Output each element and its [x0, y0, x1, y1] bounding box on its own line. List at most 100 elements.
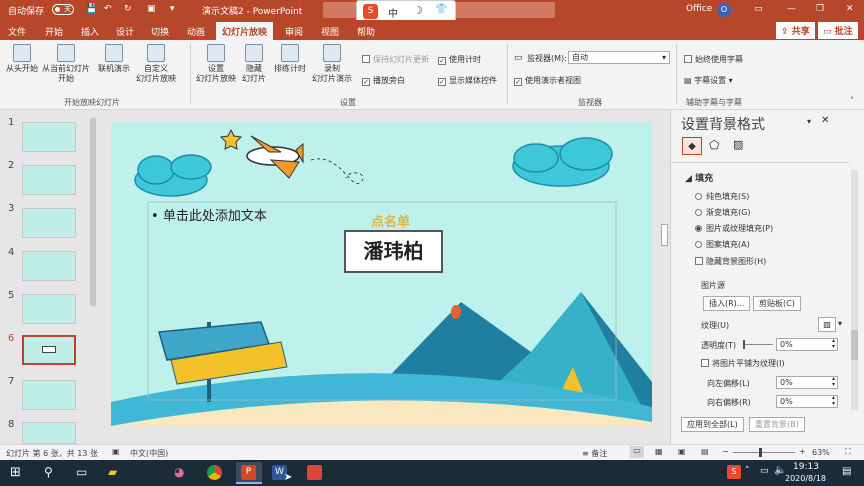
tab-design[interactable]: 设计 — [116, 25, 134, 38]
language[interactable]: 中文(中国) — [130, 448, 168, 459]
slide[interactable]: • 单击此处添加文本 点名单 潘玮柏 — [111, 122, 652, 426]
from-beginning-button[interactable]: 从头开始 — [6, 44, 38, 74]
zoom-level[interactable]: 63% — [812, 448, 830, 457]
clock-date[interactable]: 2020/8/18 — [785, 474, 826, 483]
windows-start-icon[interactable]: ⊞ — [10, 465, 21, 480]
tab-view[interactable]: 视图 — [321, 25, 339, 38]
body-placeholder-text[interactable]: • 单击此处添加文本 — [151, 205, 267, 224]
thumb-scrollbar[interactable] — [90, 118, 96, 306]
restore-icon[interactable]: ❐ — [816, 4, 824, 14]
clock-time[interactable]: 19:13 — [793, 462, 819, 472]
reading-view-icon[interactable]: ▣ — [678, 447, 686, 456]
tab-transitions[interactable]: 切换 — [151, 25, 169, 38]
collapse-ribbon-icon[interactable]: ˄ — [850, 96, 854, 105]
fit-slide-icon[interactable]: ⛶ — [845, 447, 851, 457]
slide-thumbnail[interactable] — [22, 165, 76, 195]
moon-icon[interactable]: ☽ — [413, 4, 423, 17]
show-media-checkbox[interactable]: ✓ 显示媒体控件 — [438, 75, 497, 86]
monitor-select[interactable]: 自动 ▾ — [568, 51, 670, 64]
tab-help[interactable]: 帮助 — [357, 25, 375, 38]
slide-thumbnail[interactable] — [22, 122, 76, 152]
zoom-in-icon[interactable]: + — [799, 447, 806, 456]
custom-show-button[interactable]: 自定义 幻灯片放映 — [136, 44, 176, 84]
zoom-out-icon[interactable]: − — [722, 447, 729, 456]
tab-review[interactable]: 审阅 — [285, 25, 303, 38]
slide-thumbnail[interactable] — [22, 294, 76, 324]
setup-show-button[interactable]: 设置 幻灯片放映 — [196, 44, 236, 84]
slide-thumbnail[interactable] — [22, 251, 76, 281]
reset-background-button[interactable]: 重置背景(B) — [749, 417, 805, 432]
pane-scrollbar[interactable] — [851, 170, 858, 410]
use-timings-checkbox[interactable]: ✓ 使用计时 — [438, 54, 481, 65]
keep-updated-checkbox[interactable]: 保持幻灯片更新 — [362, 54, 429, 65]
picture-fill-radio[interactable]: 图片或纹理填充(P) — [695, 223, 773, 234]
save-icon[interactable]: 💾 — [86, 4, 97, 14]
transparency-slider[interactable] — [743, 340, 773, 349]
comment-button[interactable]: ▭ 批注 — [818, 22, 858, 39]
file-explorer-icon[interactable]: ▰ — [108, 465, 117, 479]
chrome-icon[interactable] — [207, 465, 222, 480]
insert-button[interactable]: 插入(R)... — [703, 296, 751, 311]
pane-close-icon[interactable]: ✕ — [821, 115, 829, 126]
ime-lang[interactable]: 中 — [388, 5, 398, 20]
share-button[interactable]: ⇪ 共享 — [776, 22, 815, 39]
tab-file[interactable]: 文件 — [8, 25, 26, 38]
network-icon[interactable]: ▭ — [760, 466, 769, 476]
texture-dropdown[interactable]: ▨ — [818, 317, 836, 332]
fill-section-header[interactable]: ◢ 填充 — [685, 171, 713, 184]
solid-fill-radio[interactable]: 纯色填充(S) — [695, 191, 749, 202]
effects-icon[interactable]: ⬠ — [709, 138, 719, 152]
sorter-view-icon[interactable]: ▦ — [655, 447, 663, 456]
slide-thumbnail-selected[interactable] — [22, 335, 76, 365]
notes-button[interactable]: ≡ 备注 — [582, 448, 607, 459]
powerpoint-icon[interactable]: P — [236, 462, 262, 484]
play-narration-checkbox[interactable]: ✓ 播放旁白 — [362, 75, 405, 86]
tile-texture-checkbox[interactable]: 将图片平铺为纹理(I) — [701, 358, 785, 369]
apply-all-button[interactable]: 应用到全部(L) — [681, 417, 744, 432]
slide-thumbnail[interactable] — [22, 422, 76, 444]
hide-bg-graphics-checkbox[interactable]: 隐藏背景图形(H) — [695, 256, 766, 267]
spellcheck-icon[interactable]: ▣ — [112, 447, 120, 456]
skin-icon[interactable]: 👕 — [435, 4, 447, 15]
autosave-toggle[interactable]: 关 — [52, 4, 74, 15]
clipboard-button[interactable]: 剪贴板(C) — [753, 296, 801, 311]
canvas-scrollbar[interactable] — [661, 224, 668, 246]
picture-icon[interactable]: ▨ — [733, 138, 743, 151]
redo-icon[interactable]: ↻ — [124, 4, 132, 14]
tab-slideshow[interactable]: 幻灯片放映 — [216, 22, 274, 40]
subtitle-settings-button[interactable]: ▤ 字幕设置 ▾ — [684, 75, 733, 86]
slide-thumbnail[interactable] — [22, 208, 76, 238]
task-view-icon[interactable]: ▭ — [76, 465, 87, 479]
ribbon-display-icon[interactable]: ▭ — [754, 4, 763, 14]
paint-icon[interactable]: ◕ — [174, 465, 184, 479]
slide-thumbnail[interactable] — [22, 380, 76, 410]
hide-slide-button[interactable]: 隐藏 幻灯片 — [242, 44, 266, 84]
roll-call-title[interactable]: 点名单 — [371, 211, 410, 230]
undo-icon[interactable]: ↶ — [104, 4, 112, 14]
online-present-button[interactable]: 联机演示 — [98, 44, 130, 74]
always-subtitles-checkbox[interactable]: 始终使用字幕 — [684, 54, 743, 65]
zoom-slider[interactable] — [733, 448, 795, 457]
avatar[interactable]: O — [717, 3, 731, 17]
tab-home[interactable]: 开始 — [45, 25, 63, 38]
from-current-button[interactable]: 从当前幻灯片 开始 — [42, 44, 90, 84]
transparency-input[interactable]: 0% ▴ ▾ — [776, 338, 838, 351]
presenter-view-checkbox[interactable]: ✓ 使用演示者视图 — [514, 75, 581, 86]
notification-icon[interactable]: ▤ — [842, 466, 851, 477]
search-icon[interactable]: ⚲ — [44, 465, 53, 479]
user-name[interactable]: Office — [686, 4, 712, 14]
name-box[interactable]: 潘玮柏 — [344, 230, 443, 273]
qat-more-icon[interactable]: ▾ — [170, 4, 175, 14]
slideshow-view-icon[interactable]: ▤ — [701, 447, 709, 456]
gradient-fill-radio[interactable]: 渐变填充(G) — [695, 207, 750, 218]
sogou-icon[interactable]: S — [363, 4, 378, 19]
texture-chevron-icon[interactable]: ▾ — [838, 319, 842, 328]
present-icon[interactable]: ▣ — [147, 4, 156, 14]
offset-left-input[interactable]: 0% ▴ ▾ — [776, 376, 838, 389]
ime-tray-icon[interactable]: S — [727, 465, 741, 479]
pane-collapse-icon[interactable]: ▾ — [807, 117, 811, 126]
normal-view-icon[interactable]: ▭ — [630, 446, 644, 458]
rehearse-timings-button[interactable]: 排练计时 — [274, 44, 306, 74]
close-icon[interactable]: ✕ — [846, 4, 854, 14]
fill-icon[interactable]: ◆ — [682, 137, 702, 155]
